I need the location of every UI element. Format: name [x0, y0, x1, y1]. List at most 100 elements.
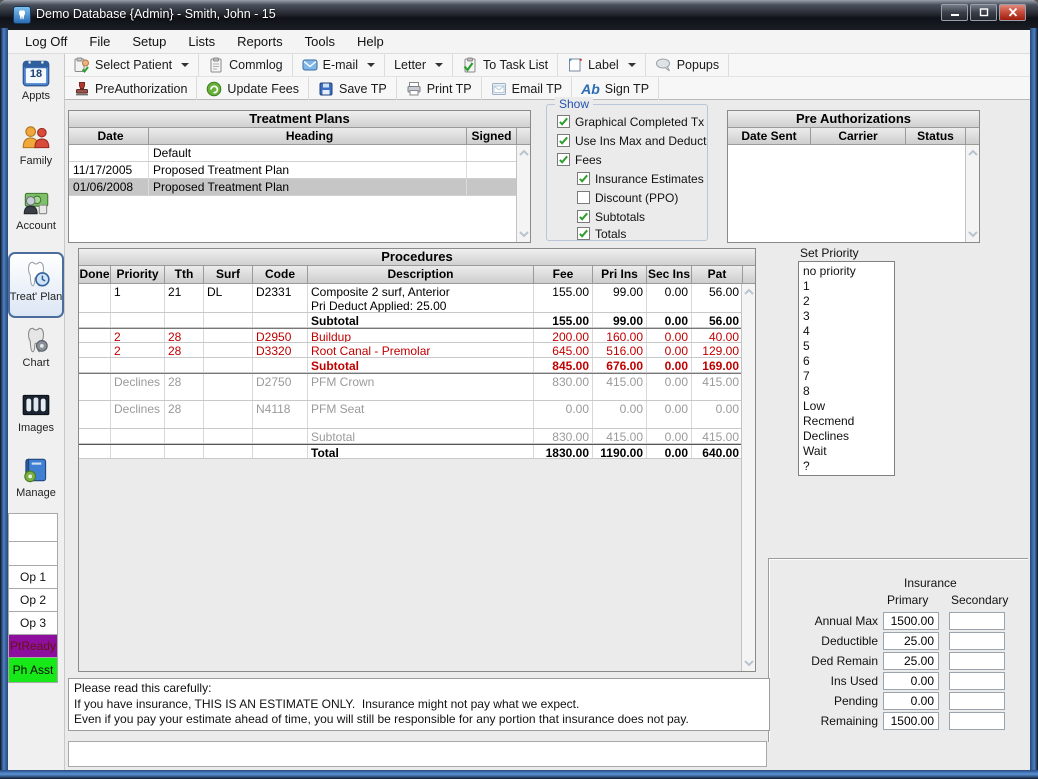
priority-option[interactable]: Declines — [799, 429, 894, 444]
priority-option[interactable]: 8 — [799, 384, 894, 399]
sidebar-item-manage[interactable]: Manage — [9, 454, 63, 510]
deductible-primary-field[interactable]: 25.00 — [883, 632, 939, 650]
checkbox-insurance-estimates[interactable]: Insurance Estimates — [577, 170, 704, 187]
op-1-button[interactable]: Op 1 — [8, 565, 58, 589]
priority-option[interactable]: 7 — [799, 369, 894, 384]
priority-option[interactable]: Recmend — [799, 414, 894, 429]
checkbox-graphical-completed-tx[interactable]: Graphical Completed Tx — [557, 113, 704, 130]
sidebar-item-account[interactable]: Account — [9, 187, 63, 243]
op-3-button[interactable]: Op 3 — [8, 611, 58, 635]
op-slot-empty-2[interactable] — [8, 541, 58, 566]
menu-tools[interactable]: Tools — [294, 30, 346, 54]
ded-remain-primary-field[interactable]: 25.00 — [883, 652, 939, 670]
annual-max-secondary-field[interactable] — [949, 612, 1005, 630]
email-button[interactable]: E-mail — [293, 54, 385, 76]
treat-plan-tooth-icon — [20, 258, 52, 290]
priority-option[interactable]: 6 — [799, 354, 894, 369]
checkbox-use-ins-max[interactable]: Use Ins Max and Deduct — [557, 132, 706, 149]
window-frame-right — [1030, 28, 1038, 779]
insurance-col-primary: Primary — [887, 593, 928, 607]
select-patient-button[interactable]: Select Patient — [65, 54, 199, 76]
menu-log-off[interactable]: Log Off — [14, 30, 78, 54]
pending-secondary-field[interactable] — [949, 692, 1005, 710]
priority-option[interactable]: 4 — [799, 324, 894, 339]
deductible-secondary-field[interactable] — [949, 632, 1005, 650]
menu-reports[interactable]: Reports — [226, 30, 294, 54]
chevron-down-icon[interactable] — [181, 63, 189, 67]
print-tp-button[interactable]: Print TP — [397, 77, 482, 100]
menu-file[interactable]: File — [78, 30, 121, 54]
checkbox-fees[interactable]: Fees — [557, 151, 602, 168]
menu-setup[interactable]: Setup — [121, 30, 177, 54]
priority-option[interactable]: 1 — [799, 279, 894, 294]
cell-sec-ins: 0.00 — [647, 374, 692, 400]
treatment-plan-row-selected[interactable]: 01/06/2008 Proposed Treatment Plan — [69, 179, 530, 196]
restore-button[interactable] — [970, 4, 997, 21]
procedure-row[interactable]: 2 28 D3320 Root Canal - Premolar 645.00 … — [79, 343, 755, 358]
procedure-row[interactable]: 2 28 D2950 Buildup 200.00 160.00 0.00 40… — [79, 328, 755, 343]
preauthorization-button[interactable]: PreAuthorization — [65, 77, 197, 100]
priority-option[interactable]: 5 — [799, 339, 894, 354]
pending-primary-field[interactable]: 0.00 — [883, 692, 939, 710]
cell-sec-ins: 0.00 — [647, 329, 692, 342]
menu-help[interactable]: Help — [346, 30, 395, 54]
procedure-row[interactable]: 1 21 DL D2331 Composite 2 surf, Anterior… — [79, 284, 755, 313]
priority-option[interactable]: Low — [799, 399, 894, 414]
minimize-button[interactable] — [941, 4, 968, 21]
op-slot-empty-1[interactable] — [8, 513, 58, 542]
label-button[interactable]: Label — [558, 54, 646, 76]
email-tp-label: Email TP — [512, 82, 562, 96]
chevron-down-icon[interactable] — [435, 63, 443, 67]
procedures-scrollbar[interactable] — [741, 284, 755, 671]
treatment-plans-scrollbar[interactable] — [516, 145, 530, 242]
sidebar-item-family[interactable]: Family — [9, 122, 63, 178]
priority-option[interactable]: 2 — [799, 294, 894, 309]
op-2-button[interactable]: Op 2 — [8, 588, 58, 612]
sidebar-item-appts[interactable]: 18 Appts — [9, 57, 63, 113]
treatment-plan-row[interactable]: 11/17/2005 Proposed Treatment Plan — [69, 162, 530, 179]
pt-ready-status[interactable]: PtReady — [8, 634, 58, 658]
chevron-down-icon[interactable] — [367, 63, 375, 67]
checkbox-subtotals[interactable]: Subtotals — [577, 208, 645, 225]
procedure-row-declined[interactable]: Declines 28 D2750 PFM Crown 830.00 415.0… — [79, 373, 755, 401]
sidebar-item-chart[interactable]: Chart — [9, 324, 63, 380]
priority-option[interactable]: no priority — [799, 264, 894, 279]
scroll-up-icon — [518, 148, 530, 157]
secondary-note-box[interactable] — [68, 741, 767, 767]
letter-button[interactable]: Letter — [385, 54, 453, 76]
remaining-secondary-field[interactable] — [949, 712, 1005, 730]
update-fees-button[interactable]: Update Fees — [197, 77, 309, 100]
annual-max-primary-field[interactable]: 1500.00 — [883, 612, 939, 630]
ins-used-primary-field[interactable]: 0.00 — [883, 672, 939, 690]
update-fees-label: Update Fees — [227, 82, 299, 96]
close-button[interactable] — [999, 4, 1026, 21]
treatment-plan-row[interactable]: Default — [69, 145, 530, 162]
to-task-list-button[interactable]: To Task List — [453, 54, 558, 76]
priority-option[interactable]: Wait — [799, 444, 894, 459]
checkbox-totals[interactable]: Totals — [577, 225, 626, 242]
pending-label: Pending — [778, 694, 878, 708]
cell-code: N4118 — [253, 401, 308, 428]
sidebar-item-images[interactable]: Images — [9, 389, 63, 445]
procedure-row-declined[interactable]: Declines 28 N4118 PFM Seat 0.00 0.00 0.0… — [79, 401, 755, 429]
cell-fee: 1830.00 — [534, 445, 593, 458]
checkbox-label: Subtotals — [595, 210, 645, 224]
checkbox-discount-ppo[interactable]: Discount (PPO) — [577, 189, 678, 206]
sidebar-item-treat-plan[interactable]: Treat' Plan — [8, 252, 64, 318]
ins-used-secondary-field[interactable] — [949, 672, 1005, 690]
procedures-title: Procedures — [79, 249, 755, 266]
priority-option[interactable]: 3 — [799, 309, 894, 324]
priority-option[interactable]: ? — [799, 459, 894, 474]
cell-priority — [111, 445, 165, 458]
remaining-primary-field[interactable]: 1500.00 — [883, 712, 939, 730]
menu-lists[interactable]: Lists — [177, 30, 226, 54]
checkbox-unchecked-icon — [577, 191, 590, 204]
popups-button[interactable]: Popups — [646, 54, 729, 76]
commlog-button[interactable]: Commlog — [199, 54, 293, 76]
cell-priority — [111, 429, 165, 443]
save-tp-button[interactable]: Save TP — [309, 77, 397, 100]
ph-asst-status[interactable]: Ph Asst — [8, 657, 58, 683]
ded-remain-secondary-field[interactable] — [949, 652, 1005, 670]
chevron-down-icon[interactable] — [628, 63, 636, 67]
pre-authorizations-scrollbar[interactable] — [965, 145, 979, 242]
